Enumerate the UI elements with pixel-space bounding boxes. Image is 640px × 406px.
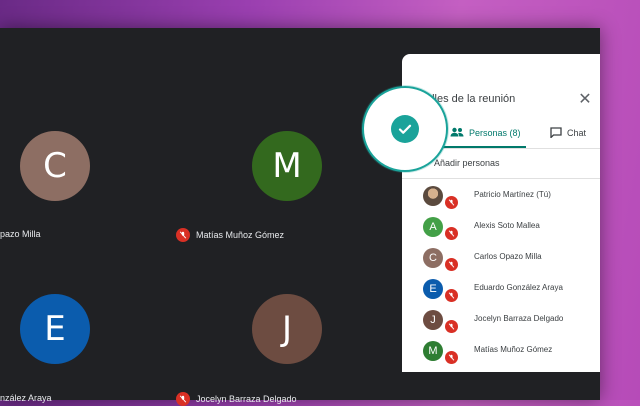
participant-avatar: M	[423, 341, 443, 361]
mic-off-icon	[445, 289, 458, 302]
tile-name: Matías Muñoz Gómez	[176, 228, 284, 242]
participant-name: Alexis Soto Mallea	[474, 221, 540, 230]
tile-avatar: M	[252, 131, 322, 201]
mic-off-icon	[445, 320, 458, 333]
avatar-initial: A	[429, 221, 437, 233]
tile-name-label: nzález Araya	[0, 393, 52, 403]
participant-name: Carlos Opazo Milla	[474, 252, 542, 261]
mic-off-icon	[445, 258, 458, 271]
tab-strip	[0, 28, 600, 56]
participant-name: Eduardo González Araya	[474, 283, 563, 292]
mic-off-icon	[176, 392, 190, 406]
participant-photo	[423, 186, 443, 206]
participant-row[interactable]: J Jocelyn Barraza Delgado	[402, 308, 600, 339]
tile-avatar: J	[252, 294, 322, 364]
tab-people[interactable]: Personas (8)	[450, 118, 521, 148]
chat-icon	[550, 126, 562, 140]
divider	[402, 178, 600, 179]
tile-name: nzález Araya	[0, 393, 52, 403]
participant-avatar: J	[423, 310, 443, 330]
participant-row[interactable]: C Carlos Opazo Milla	[402, 246, 600, 277]
avatar-initial: M	[428, 345, 438, 357]
close-icon[interactable]: ✕	[576, 90, 594, 108]
avatar-initial: C	[429, 252, 437, 264]
participant-row[interactable]: M Matías Muñoz Gómez	[402, 339, 600, 370]
avatar-initial: J	[281, 309, 293, 349]
mic-off-icon	[445, 351, 458, 364]
tile-avatar: C	[20, 131, 90, 201]
participant-name: Matías Muñoz Gómez	[474, 345, 553, 354]
tile-name: Jocelyn Barraza Delgado	[176, 392, 297, 406]
tile-name-label: Jocelyn Barraza Delgado	[196, 394, 297, 404]
avatar-initial: E	[44, 309, 66, 349]
participant-avatar: C	[423, 248, 443, 268]
avatar-initial: M	[272, 146, 302, 186]
participant-avatar: A	[423, 217, 443, 237]
extension-callout-badge	[362, 86, 448, 172]
participant-row[interactable]: Patricio Martínez (Tú)	[402, 184, 600, 215]
avatar-initial: E	[429, 283, 437, 295]
tile-name: pazo Milla	[0, 229, 41, 239]
avatar-initial: C	[43, 146, 67, 186]
tab-active-indicator	[442, 146, 526, 148]
participant-avatar: E	[423, 279, 443, 299]
participant-name: Patricio Martínez (Tú)	[474, 190, 551, 199]
mic-off-icon	[176, 228, 190, 242]
participant-row[interactable]	[402, 370, 600, 372]
participant-row[interactable]: A Alexis Soto Mallea	[402, 215, 600, 246]
tile-name-label: pazo Milla	[0, 229, 41, 239]
add-people-button[interactable]: Añadir personas	[434, 158, 500, 168]
mic-off-icon	[445, 227, 458, 240]
tab-chat[interactable]: Chat	[550, 118, 586, 148]
tile-name-label: Matías Muñoz Gómez	[196, 230, 285, 240]
mic-off-icon	[445, 196, 458, 209]
check-icon	[391, 115, 419, 143]
participant-name: Jocelyn Barraza Delgado	[474, 314, 564, 323]
participant-row[interactable]: E Eduardo González Araya	[402, 277, 600, 308]
tab-people-label: Personas (8)	[469, 128, 521, 138]
participant-list: Patricio Martínez (Tú) A Alexis Soto Mal…	[402, 184, 600, 372]
people-icon	[450, 127, 464, 139]
tab-chat-label: Chat	[567, 128, 587, 138]
avatar-initial: J	[430, 314, 436, 326]
tile-avatar: E	[20, 294, 90, 364]
